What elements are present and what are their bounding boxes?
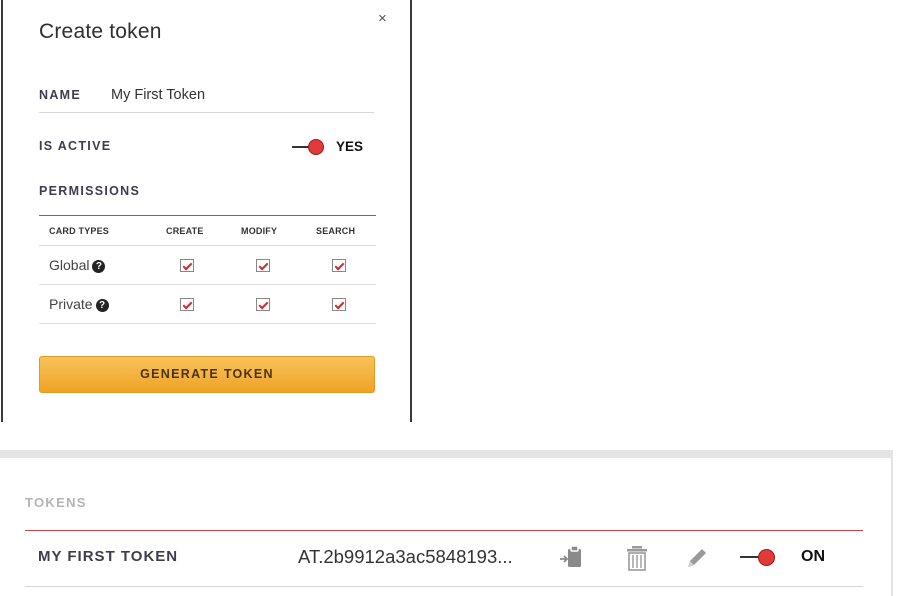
checkbox-global-modify[interactable]: [256, 259, 270, 272]
checkbox-global-create[interactable]: [180, 259, 194, 272]
checkbox-private-search[interactable]: [332, 298, 346, 311]
tokens-panel-border-right: [891, 450, 893, 596]
header-modify: MODIFY: [241, 226, 278, 236]
table-row: Private?: [39, 285, 376, 324]
row-label-text: Private: [49, 296, 93, 312]
table-header: CARD TYPES CREATE MODIFY SEARCH: [39, 215, 376, 246]
token-value: AT.2b9912a3ac5848193...: [298, 546, 513, 567]
create-token-modal: Create token × NAME IS ACTIVE YES PERMIS…: [3, 0, 410, 422]
checkbox-global-search[interactable]: [332, 259, 346, 272]
modal-border-right: [410, 0, 412, 422]
tokens-panel-border: [0, 450, 893, 458]
table-row: Global?: [39, 246, 376, 285]
header-create: CREATE: [166, 226, 204, 236]
row-label-global: Global?: [49, 257, 106, 273]
name-field-row: NAME: [39, 80, 374, 113]
checkbox-private-create[interactable]: [180, 298, 194, 311]
generate-token-button[interactable]: GENERATE TOKEN: [39, 356, 375, 393]
header-card-types: CARD TYPES: [49, 226, 110, 236]
is-active-toggle[interactable]: [292, 138, 326, 158]
toggle-track: [740, 556, 760, 558]
header-search: SEARCH: [316, 226, 356, 236]
toggle-knob: [758, 549, 775, 566]
toggle-knob: [308, 139, 324, 155]
is-active-label: IS ACTIVE: [39, 139, 112, 153]
checkbox-private-modify[interactable]: [256, 298, 270, 311]
permissions-label: PERMISSIONS: [39, 184, 141, 198]
name-input[interactable]: [111, 84, 361, 106]
token-row: MY FIRST TOKEN AT.2b9912a3ac5848193... O…: [25, 531, 863, 587]
trash-icon[interactable]: [623, 543, 651, 573]
permissions-table: CARD TYPES CREATE MODIFY SEARCH Global? …: [39, 215, 376, 324]
tokens-heading: TOKENS: [25, 495, 87, 510]
pencil-icon[interactable]: [682, 543, 710, 573]
help-icon[interactable]: ?: [95, 299, 109, 312]
token-status-label: ON: [801, 548, 825, 565]
row-label-text: Global: [49, 257, 90, 273]
token-name: MY FIRST TOKEN: [38, 548, 179, 565]
modal-title: Create token: [39, 20, 162, 43]
row-label-private: Private?: [49, 296, 109, 312]
close-icon[interactable]: ×: [378, 10, 387, 27]
is-active-value: YES: [336, 139, 364, 154]
name-label: NAME: [39, 88, 82, 102]
help-icon[interactable]: ?: [92, 260, 106, 273]
clipboard-icon[interactable]: [558, 543, 586, 573]
is-active-row: IS ACTIVE YES: [39, 138, 374, 158]
token-status-toggle[interactable]: [740, 548, 775, 568]
